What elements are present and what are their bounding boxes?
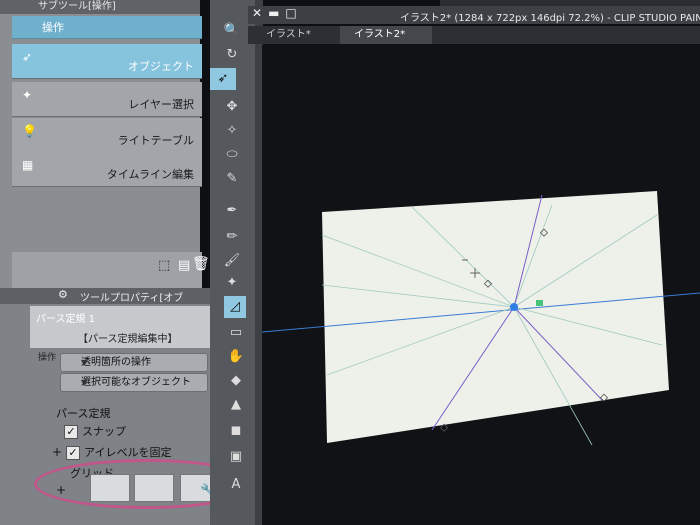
tool-property-preview: パース定規 1 【パース定規編集中】 (30, 306, 215, 348)
eyedropper-icon[interactable]: ✎ (220, 168, 244, 190)
blend-tool-icon[interactable]: ✋ (224, 346, 248, 368)
tab-illust-1[interactable]: イラスト* (252, 26, 352, 44)
subtool-item-label: レイヤー選択 (128, 98, 194, 111)
tool-property-title: ツールプロパティ[オブ (80, 293, 184, 304)
snap-checkbox[interactable]: ✓ (64, 425, 78, 439)
eye-level-handle (536, 300, 543, 306)
snap-row[interactable]: ✓ スナップ (64, 423, 126, 441)
lightbulb-icon: 💡 (22, 124, 37, 138)
subtool-header: サブツール[操作] (0, 0, 200, 14)
canvas-paper[interactable] (262, 45, 700, 525)
eraser-icon[interactable]: ▭ (224, 322, 248, 344)
tab-illust-2[interactable]: イラスト2* (340, 26, 432, 44)
paper-sheet (322, 191, 669, 443)
timeline-icon: ▦ (22, 158, 34, 172)
edit-mode-label: 【パース定規編集中】 (78, 334, 178, 345)
perspective-ruler-label: パース定規 (56, 407, 111, 420)
selectable-object-dropdown[interactable]: 選択可能なオブジェクト ▼ (60, 373, 208, 392)
section-label-operation: 操作 (38, 353, 57, 363)
move-layer-tool-icon[interactable]: ✥ (220, 96, 244, 118)
subtool-item-label: オブジェクト (128, 60, 194, 73)
maximize-icon[interactable]: □ (285, 6, 302, 20)
text-tool-icon[interactable]: A (224, 474, 248, 496)
expand-icon[interactable]: + (52, 445, 62, 459)
magic-wand-icon[interactable]: ✧ (220, 120, 244, 142)
subtool-item-light-table[interactable]: 💡 ライトテーブル (12, 118, 202, 153)
ruler-tool-icon[interactable]: ◿ (224, 296, 246, 318)
select-tool-icon[interactable]: ⬭ (220, 144, 244, 166)
eye-level-checkbox[interactable]: ✓ (66, 446, 80, 460)
subtool-tab-label: 操作 (42, 21, 64, 34)
window-controls[interactable]: ✕▬□ (252, 6, 303, 20)
window-title: イラスト2* (1284 x 722px 146dpi 72.2%) - CLI… (400, 13, 700, 24)
chevron-down-icon: ▼ (81, 358, 88, 367)
subtool-item-timeline[interactable]: ▦ タイムライン編集 (12, 152, 202, 187)
pen-tool-icon[interactable]: ✒ (220, 200, 244, 222)
rotate-tool-icon[interactable]: ↻ (220, 44, 244, 66)
close-icon[interactable]: ✕ (252, 6, 268, 20)
tab-label: イラスト* (266, 29, 311, 40)
airbrush-icon[interactable]: ✦ (220, 272, 244, 294)
minimize-icon[interactable]: ▬ (268, 6, 285, 20)
tool-property-header: ツールプロパティ[オブ ⚙ (0, 288, 215, 304)
cursor-icon: ➶ (22, 50, 33, 64)
figure-tool-icon[interactable]: ◼ (224, 420, 248, 442)
zoom-tool-icon[interactable]: 🔍 (220, 20, 244, 42)
tab-label: イラスト2* (354, 29, 406, 40)
subtool-item-layer-select[interactable]: ✦ レイヤー選択 (12, 82, 202, 117)
eye-level-label: アイレベルを固定 (84, 446, 172, 459)
gear-icon[interactable]: ⚙ (58, 288, 68, 301)
add-subtool-icon[interactable]: ⬚ (158, 258, 170, 273)
fill-tool-icon[interactable]: ◆ (224, 370, 248, 392)
operation-tool-icon[interactable]: ➶ (210, 68, 236, 90)
subtool-item-label: ライトテーブル (117, 134, 194, 147)
copy-subtool-icon[interactable]: ▤ (178, 258, 190, 273)
subtool-footer: ⬚ ▤ 🗑 (12, 252, 210, 290)
snap-label: スナップ (82, 425, 126, 438)
trash-icon[interactable]: 🗑 (192, 256, 210, 272)
gradient-icon[interactable]: ▲ (224, 394, 248, 416)
vanishing-point-handle (510, 303, 518, 311)
subtool-item-object[interactable]: ➶ オブジェクト (12, 44, 202, 79)
transparent-area-dropdown[interactable]: 透明箇所の操作 ▼ (60, 353, 208, 372)
brush-tool-icon[interactable]: 🖌 (220, 250, 244, 272)
subtool-item-label: タイムライン編集 (106, 168, 194, 181)
chevron-down-icon: ▼ (81, 378, 88, 387)
frame-tool-icon[interactable]: ▣ (224, 446, 248, 468)
ruler-name: パース定規 1 (36, 314, 96, 325)
pencil-tool-icon[interactable]: ✏ (220, 226, 244, 248)
layer-select-icon: ✦ (22, 88, 33, 102)
subtool-tab-operation[interactable]: 操作 (12, 16, 202, 39)
